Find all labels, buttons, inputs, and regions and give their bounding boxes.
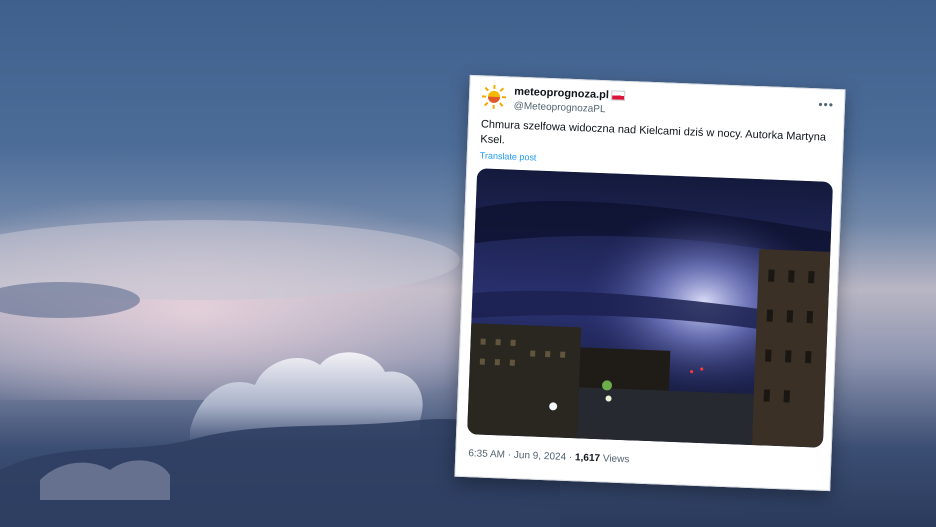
sun-avatar-icon[interactable] bbox=[482, 84, 507, 109]
views-label: Views bbox=[602, 453, 630, 466]
parking-lot bbox=[576, 387, 754, 446]
tweet-card[interactable]: meteoprognoza.pl @MeteoprognozaPL ••• Ch… bbox=[454, 74, 846, 492]
translate-post-link[interactable]: Translate post bbox=[480, 150, 537, 162]
tweet-photo[interactable] bbox=[467, 168, 834, 448]
poland-flag-icon bbox=[610, 90, 626, 101]
views-count: 1,617 bbox=[574, 452, 601, 465]
user-handle[interactable]: @MeteoprognozaPL bbox=[513, 101, 605, 116]
display-name[interactable]: meteoprognoza.pl bbox=[514, 86, 626, 102]
shelf-cloud-night-photo bbox=[467, 168, 834, 448]
more-dots-icon[interactable]: ••• bbox=[818, 97, 834, 112]
tweet-meta: 6:35 AM · Jun 9, 2024 · 1,617 Views bbox=[468, 448, 629, 465]
meta-separator-2: · bbox=[568, 452, 573, 464]
post-time[interactable]: 6:35 AM bbox=[468, 448, 505, 460]
display-name-text[interactable]: meteoprognoza.pl bbox=[514, 86, 609, 102]
post-date[interactable]: Jun 9, 2024 bbox=[514, 450, 567, 463]
meta-separator: · bbox=[507, 449, 512, 461]
